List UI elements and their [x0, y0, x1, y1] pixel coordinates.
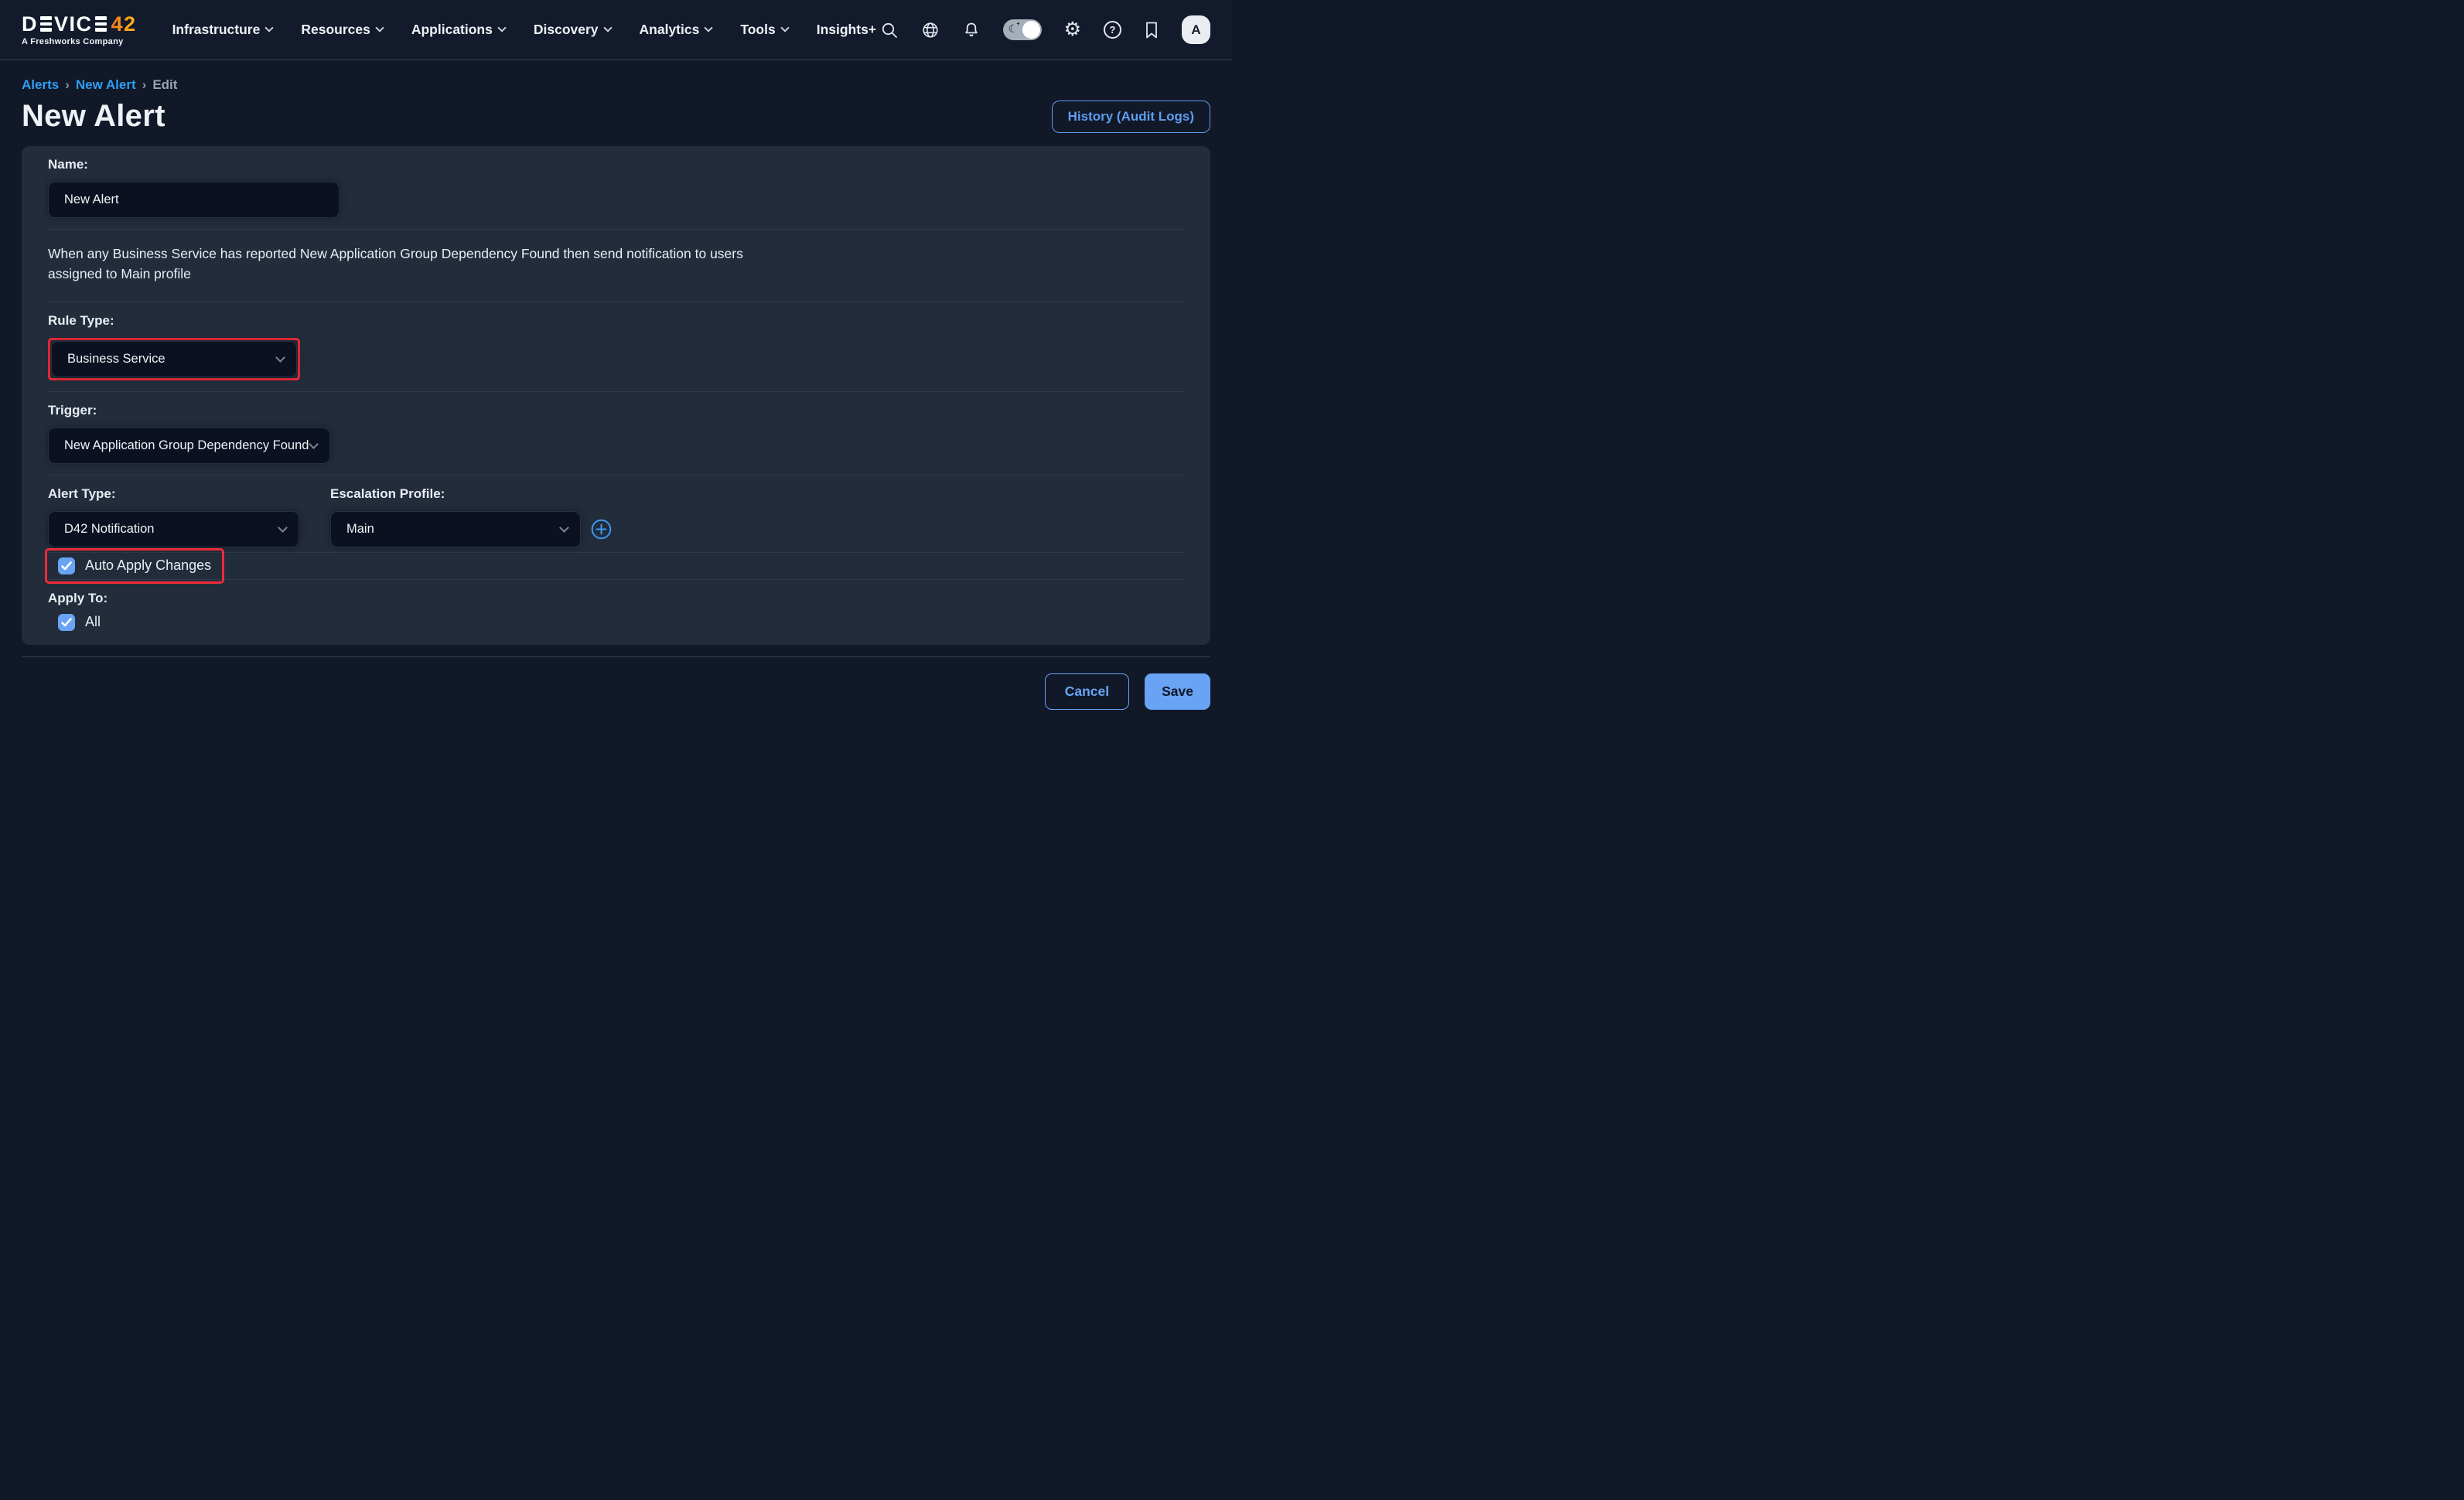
- logo-subtitle: A Freshworks Company: [22, 37, 137, 46]
- nav-tools[interactable]: Tools: [740, 22, 787, 38]
- cancel-button[interactable]: Cancel: [1045, 673, 1129, 710]
- alert-form-panel: Name: When any Business Service has repo…: [22, 146, 1210, 645]
- breadcrumb-alerts[interactable]: Alerts: [22, 77, 59, 93]
- globe-icon[interactable]: [921, 21, 940, 39]
- chevron-down-icon: [705, 23, 713, 32]
- logo-wordmark: D VIC 42: [22, 14, 137, 35]
- check-icon: [61, 618, 72, 627]
- device42-logo[interactable]: D VIC 42 A Freshworks Company: [22, 14, 137, 46]
- apply-to-row: Apply To: All: [48, 580, 1184, 645]
- search-icon[interactable]: [880, 21, 899, 39]
- auto-apply-label: Auto Apply Changes: [85, 557, 211, 574]
- add-escalation-profile-button[interactable]: [591, 519, 612, 540]
- name-row: Name:: [48, 146, 1184, 230]
- rule-summary-row: When any Business Service has reported N…: [48, 230, 1184, 302]
- dark-mode-toggle[interactable]: ☾ ✦: [1003, 19, 1042, 40]
- auto-apply-checkbox-row[interactable]: Auto Apply Changes: [58, 557, 211, 574]
- logo-letter-d: D: [22, 14, 38, 35]
- chevron-down-icon: [603, 23, 612, 32]
- escalation-profile-label: Escalation Profile:: [330, 486, 612, 502]
- chevron-down-icon: [780, 23, 789, 32]
- auto-apply-row: Auto Apply Changes: [48, 553, 1184, 580]
- escalation-profile-column: Escalation Profile: Main: [330, 486, 612, 547]
- breadcrumb-separator: ›: [142, 77, 147, 93]
- main-content: Alerts › New Alert › Edit New Alert Hist…: [0, 77, 1232, 726]
- main-nav: Infrastructure Resources Applications Di…: [172, 22, 876, 38]
- apply-to-label: Apply To:: [48, 591, 1184, 606]
- nav-resources[interactable]: Resources: [301, 22, 383, 38]
- nav-infrastructure[interactable]: Infrastructure: [172, 22, 273, 38]
- trigger-label: Trigger:: [48, 403, 1184, 418]
- nav-discovery[interactable]: Discovery: [534, 22, 611, 38]
- trigger-select[interactable]: New Application Group Dependency Found: [48, 428, 330, 464]
- chevron-down-icon: [275, 353, 285, 363]
- chevron-down-icon: [497, 23, 506, 32]
- toggle-knob: [1022, 21, 1040, 39]
- gear-icon[interactable]: ⚙: [1064, 20, 1081, 39]
- breadcrumb-current: Edit: [152, 77, 177, 93]
- apply-to-all-label: All: [85, 614, 101, 630]
- breadcrumb-new-alert[interactable]: New Alert: [76, 77, 136, 93]
- footer-actions: Cancel Save: [22, 657, 1210, 726]
- rule-type-row: Rule Type: Business Service: [48, 302, 1184, 392]
- history-audit-logs-button[interactable]: History (Audit Logs): [1052, 101, 1210, 133]
- rule-type-label: Rule Type:: [48, 313, 1184, 329]
- rule-summary-text: When any Business Service has reported N…: [48, 240, 763, 291]
- name-input[interactable]: [48, 182, 340, 218]
- nav-applications[interactable]: Applications: [411, 22, 505, 38]
- alert-type-label: Alert Type:: [48, 486, 299, 502]
- alert-type-select[interactable]: D42 Notification: [48, 511, 299, 547]
- auto-apply-checkbox[interactable]: [58, 557, 75, 574]
- breadcrumb-separator: ›: [65, 77, 70, 93]
- check-icon: [61, 561, 72, 571]
- top-navbar: D VIC 42 A Freshworks Company Infrastruc…: [0, 0, 1232, 60]
- logo-e-bars-icon: [40, 16, 52, 32]
- help-icon[interactable]: ?: [1104, 21, 1121, 39]
- alert-type-column: Alert Type: D42 Notification: [48, 486, 299, 547]
- logo-42: 42: [111, 14, 137, 35]
- logo-letters-vic: VIC: [54, 14, 93, 35]
- nav-analytics[interactable]: Analytics: [640, 22, 712, 38]
- chevron-down-icon: [375, 23, 384, 32]
- bell-icon[interactable]: [962, 21, 981, 39]
- rule-type-select[interactable]: Business Service: [51, 341, 297, 377]
- breadcrumb: Alerts › New Alert › Edit: [22, 77, 1210, 93]
- chevron-down-icon: [309, 439, 319, 449]
- chevron-down-icon: [265, 23, 274, 32]
- annotation-highlight-auto-apply: Auto Apply Changes: [45, 548, 224, 584]
- bookmark-icon[interactable]: [1144, 21, 1159, 39]
- sparkle-icon: ✦: [1016, 21, 1021, 27]
- escalation-profile-select[interactable]: Main: [330, 511, 581, 547]
- name-label: Name:: [48, 157, 1184, 172]
- chevron-down-icon: [278, 523, 288, 533]
- apply-to-all-checkbox[interactable]: [58, 614, 75, 631]
- chevron-down-icon: [559, 523, 569, 533]
- apply-to-all-row[interactable]: All: [58, 614, 1184, 634]
- user-avatar[interactable]: A: [1182, 15, 1210, 44]
- logo-e-bars-icon: [95, 16, 107, 32]
- trigger-row: Trigger: New Application Group Dependenc…: [48, 392, 1184, 476]
- nav-insights-plus[interactable]: Insights+: [817, 22, 876, 38]
- alert-escalation-row: Alert Type: D42 Notification Escalation …: [48, 476, 1184, 553]
- page-title: New Alert: [22, 99, 166, 134]
- save-button[interactable]: Save: [1145, 673, 1210, 710]
- navbar-actions: ☾ ✦ ⚙ ? A: [880, 15, 1210, 44]
- title-row: New Alert History (Audit Logs): [22, 99, 1210, 134]
- annotation-highlight-rule-type: Business Service: [48, 338, 300, 380]
